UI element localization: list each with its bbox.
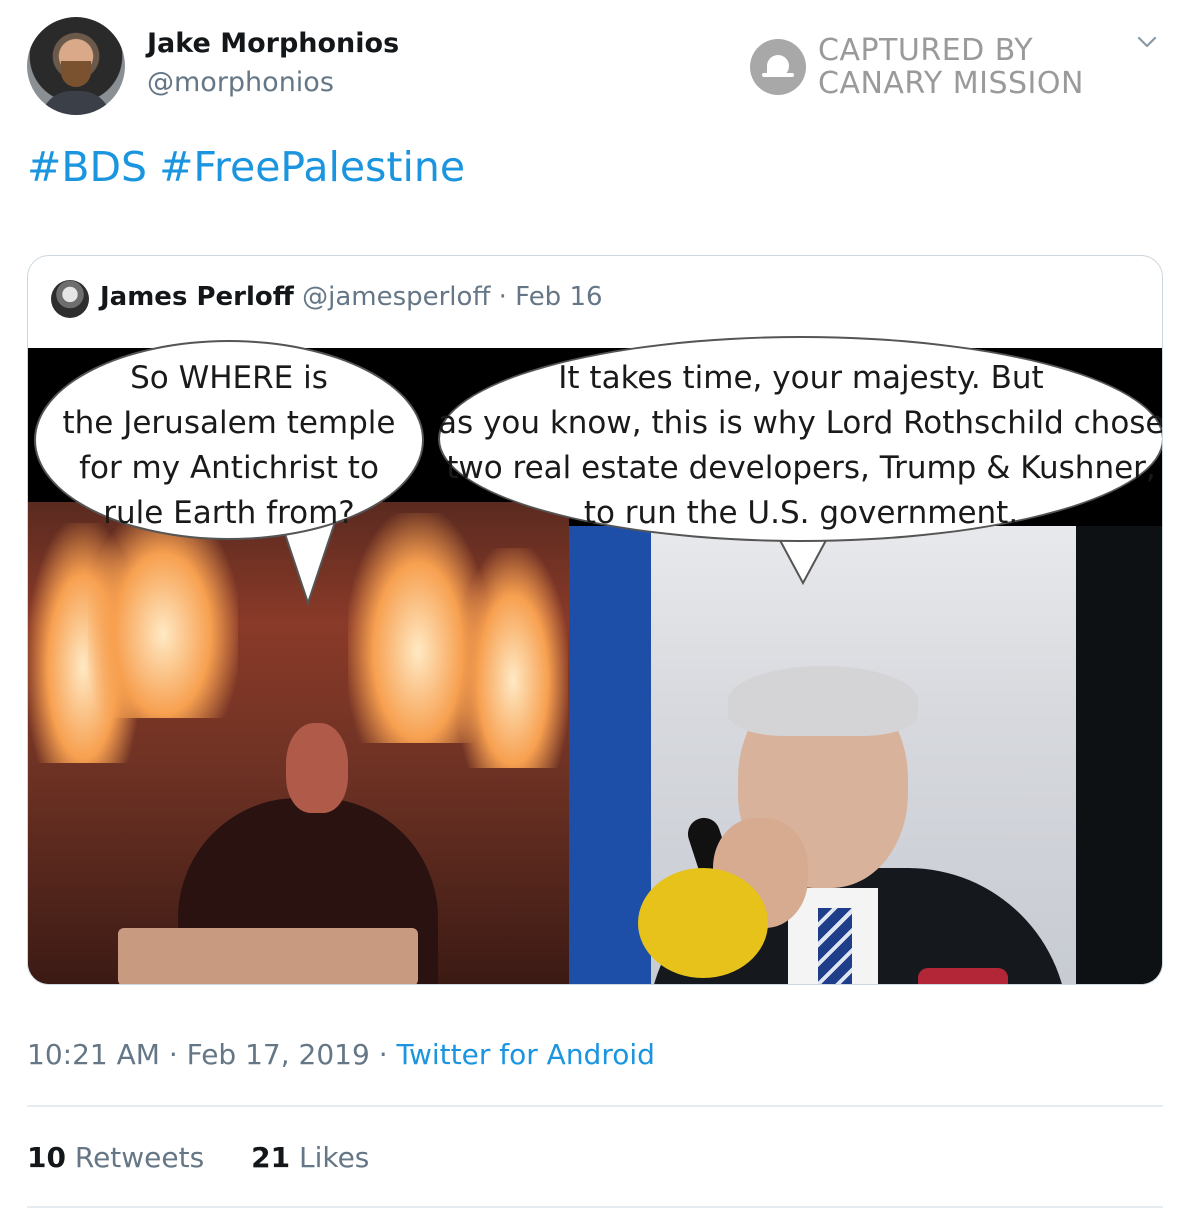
right-bubble-line: to run the U.S. government. xyxy=(583,495,1019,531)
author-avatar[interactable] xyxy=(27,17,125,115)
retweets-label: Retweets xyxy=(74,1141,205,1174)
canary-line1: CAPTURED BY xyxy=(818,33,1034,68)
right-figure-tie xyxy=(818,908,852,984)
right-panel-dark-edge xyxy=(1076,526,1162,984)
tweet-stats: 10 Retweets 21 Likes xyxy=(27,1141,407,1174)
likes-count: 21 xyxy=(251,1141,291,1174)
likes-stat[interactable]: 21 Likes xyxy=(251,1141,369,1174)
tweet-date[interactable]: Feb 17, 2019 xyxy=(187,1038,370,1071)
chevron-down-icon[interactable] xyxy=(1137,32,1157,52)
quoted-tweet-card[interactable]: James Perloff @jamesperloff · Feb 16 So … xyxy=(27,255,1163,985)
likes-label: Likes xyxy=(298,1141,370,1174)
divider-bottom xyxy=(27,1206,1163,1208)
canary-logo-icon xyxy=(750,39,806,95)
canary-text: CAPTURED BY CANARY MISSION xyxy=(818,34,1084,100)
quoted-author-handle: @jamesperloff xyxy=(302,282,491,312)
quoted-tweet-image[interactable]: So WHERE is the Jerusalem temple for my … xyxy=(28,336,1163,984)
author-name[interactable]: Jake Morphonios xyxy=(147,28,399,59)
separator-dot: · xyxy=(168,1038,178,1071)
left-bubble-line: for my Antichrist to xyxy=(79,450,379,486)
retweets-stat[interactable]: 10 Retweets xyxy=(27,1141,204,1174)
left-figure-book xyxy=(118,928,418,984)
right-bubble-line: two real estate developers, Trump & Kush… xyxy=(446,450,1156,486)
quoted-author-name: James Perloff xyxy=(100,282,294,312)
hashtag-bds[interactable]: #BDS xyxy=(27,143,147,191)
right-bubble-text: It takes time, your majesty. But as you … xyxy=(438,356,1163,536)
left-bubble-line: So WHERE is xyxy=(130,360,328,396)
divider-top xyxy=(27,1105,1163,1107)
hashtag-freepalestine[interactable]: #FreePalestine xyxy=(159,143,465,191)
left-bubble-text: So WHERE is the Jerusalem temple for my … xyxy=(34,356,424,536)
yellow-microphone xyxy=(638,868,768,978)
avatar-shirt xyxy=(41,91,111,115)
retweets-count: 10 xyxy=(27,1141,66,1174)
canary-line2: CANARY MISSION xyxy=(818,66,1084,101)
canary-mission-watermark: CAPTURED BY CANARY MISSION xyxy=(750,34,1084,100)
left-figure-head xyxy=(286,723,348,813)
quoted-tweet-header: James Perloff @jamesperloff · Feb 16 xyxy=(100,282,603,312)
separator-dot: · xyxy=(378,1038,388,1071)
left-bubble-line: the Jerusalem temple xyxy=(62,405,396,441)
tweet-source-link[interactable]: Twitter for Android xyxy=(397,1038,655,1071)
tweet-text: #BDS #FreePalestine xyxy=(27,143,477,191)
right-figure-hair xyxy=(728,666,918,736)
quoted-tweet-date: · Feb 16 xyxy=(498,282,603,312)
fire-left-4 xyxy=(458,548,568,768)
tweet-timestamp: 10:21 AM · Feb 17, 2019 · Twitter for An… xyxy=(27,1038,655,1071)
quoted-author-avatar xyxy=(51,280,89,318)
tweet-time[interactable]: 10:21 AM xyxy=(27,1038,160,1071)
right-bubble-line: It takes time, your majesty. But xyxy=(558,360,1044,396)
avatar-beard xyxy=(61,61,91,87)
red-microphone xyxy=(918,968,1008,984)
right-bubble-line: as you know, this is why Lord Rothschild… xyxy=(438,405,1163,441)
author-handle[interactable]: @morphonios xyxy=(147,67,334,98)
left-bubble-line: rule Earth from? xyxy=(103,495,355,531)
